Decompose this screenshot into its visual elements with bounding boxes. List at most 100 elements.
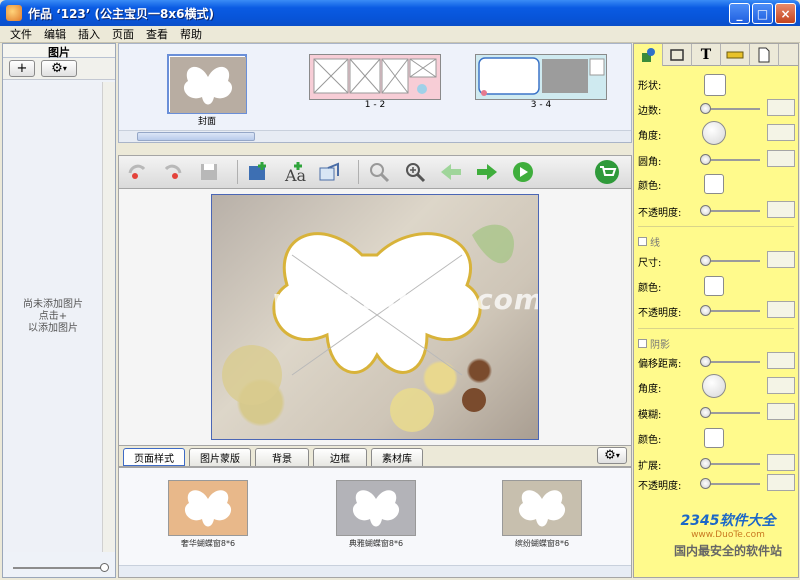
blur-slider[interactable]: [700, 407, 760, 418]
app-icon: [6, 5, 22, 21]
menu-page[interactable]: 页面: [106, 26, 140, 42]
style-item-luxury[interactable]: 奢华蝴蝶窗8*6: [167, 480, 249, 549]
page-thumb-3-4[interactable]: 3 - 4: [475, 54, 607, 110]
tab-materials[interactable]: 素材库: [371, 448, 423, 466]
line-opacity-input[interactable]: [767, 301, 795, 318]
menu-help[interactable]: 帮助: [174, 26, 208, 42]
line-section-toggle[interactable]: 线: [638, 234, 660, 249]
layout-icon[interactable]: [316, 158, 344, 186]
angle-dial[interactable]: [702, 121, 726, 145]
tab-page-styles[interactable]: 页面样式: [123, 448, 185, 466]
maximize-button[interactable]: □: [752, 3, 773, 24]
menu-file[interactable]: 文件: [4, 26, 38, 42]
slider-knob[interactable]: [700, 407, 711, 418]
opacity-slider[interactable]: [700, 205, 760, 216]
styles-scrollbar[interactable]: [119, 565, 631, 577]
page-thumb-cover[interactable]: 封面: [167, 54, 247, 127]
line-color-swatch[interactable]: [704, 276, 724, 296]
pages-scrollbar-thumb[interactable]: [137, 132, 255, 141]
shadow-color-swatch[interactable]: [704, 428, 724, 448]
page-canvas[interactable]: www.DuoTe.com: [211, 194, 539, 440]
line-size-input[interactable]: [767, 251, 795, 268]
shadow-offset-slider[interactable]: [700, 356, 760, 367]
opacity-input[interactable]: [767, 201, 795, 218]
radius-row: 圆角:: [638, 150, 798, 170]
tabs-settings-button[interactable]: ⚙ ▾: [597, 447, 627, 464]
shape-picker[interactable]: [704, 74, 726, 96]
page-thumb-1-2[interactable]: 1 - 2: [309, 54, 441, 110]
undo-icon[interactable]: [123, 158, 151, 186]
next-page-icon[interactable]: [473, 158, 501, 186]
save-icon[interactable]: [195, 158, 223, 186]
style-label: 典雅蝴蝶窗8*6: [348, 539, 404, 548]
shadow-opacity-input[interactable]: [767, 474, 795, 491]
shadow-opacity-slider[interactable]: [700, 478, 760, 489]
photo-list-scrollbar[interactable]: [102, 82, 115, 552]
angle-input[interactable]: [767, 124, 795, 141]
previous-page-icon[interactable]: [437, 158, 465, 186]
add-image-icon[interactable]: [244, 158, 272, 186]
minimize-button[interactable]: _: [729, 3, 750, 24]
ruler-tab-icon[interactable]: [721, 44, 750, 66]
tab-borders[interactable]: 边框: [313, 448, 367, 466]
menu-edit[interactable]: 编辑: [38, 26, 72, 42]
add-photo-button[interactable]: +: [9, 60, 35, 77]
shadow-offset-input[interactable]: [767, 352, 795, 369]
photos-panel: 图片 + ⚙ ▾ 尚未添加图片 点击+ 以添加图片: [2, 43, 116, 578]
blur-input[interactable]: [767, 403, 795, 420]
play-icon[interactable]: [509, 158, 537, 186]
thumbnail-size-slider[interactable]: [13, 563, 109, 572]
zoom-in-icon[interactable]: [401, 158, 429, 186]
slider-knob[interactable]: [700, 478, 711, 489]
slider-knob[interactable]: [700, 205, 711, 216]
page-label: 1 - 2: [364, 100, 386, 110]
redo-icon[interactable]: [159, 158, 187, 186]
slider-knob[interactable]: [700, 356, 711, 367]
tab-backgrounds[interactable]: 背景: [255, 448, 309, 466]
cart-icon[interactable]: [593, 158, 621, 186]
style-item-elegant[interactable]: 典雅蝴蝶窗8*6: [335, 480, 417, 549]
line-size-slider[interactable]: [700, 255, 760, 266]
add-text-icon[interactable]: Aa: [280, 158, 308, 186]
title-bar: 作品 ‘123’ (公主宝贝一8x6横式) _ □ ×: [0, 0, 800, 26]
close-button[interactable]: ×: [775, 3, 796, 24]
slider-knob[interactable]: [700, 103, 711, 114]
line-checkbox[interactable]: [638, 237, 647, 246]
photo-settings-button[interactable]: ⚙ ▾: [41, 60, 77, 77]
slider-knob[interactable]: [700, 305, 711, 316]
style-item-colorful[interactable]: 缤纷蝴蝶窗8*6: [501, 480, 583, 549]
slider-knob[interactable]: [700, 255, 711, 266]
blur-row: 模糊:: [638, 403, 798, 423]
page-label: 封面: [197, 117, 216, 127]
radius-input[interactable]: [767, 150, 795, 167]
menu-insert[interactable]: 插入: [72, 26, 106, 42]
frame-tab-icon[interactable]: [663, 44, 692, 66]
line-size-row: 尺寸:: [638, 251, 798, 271]
line-opacity-slider[interactable]: [700, 305, 760, 316]
style-label: 奢华蝴蝶窗8*6: [180, 539, 236, 548]
shadow-checkbox[interactable]: [638, 339, 647, 348]
shadow-angle-input[interactable]: [767, 377, 795, 394]
page-tab-icon[interactable]: [750, 44, 779, 66]
fill-color-swatch[interactable]: [704, 174, 724, 194]
shadow-section-toggle[interactable]: 阴影: [638, 336, 670, 351]
canvas-watermark: www.DuoTe.com: [272, 283, 539, 316]
pages-scrollbar[interactable]: [119, 130, 631, 142]
text-tab-icon[interactable]: T: [692, 44, 721, 66]
spread-slider[interactable]: [700, 458, 760, 469]
spread-input[interactable]: [767, 454, 795, 471]
slider-knob[interactable]: [700, 458, 711, 469]
site-watermark-logo: 2345软件大全 www.DuoTe.com 国内最安全的软件站: [673, 513, 782, 558]
shadow-angle-dial[interactable]: [702, 374, 726, 398]
style-label: 缤纷蝴蝶窗8*6: [514, 539, 570, 548]
zoom-out-icon[interactable]: [365, 158, 393, 186]
slider-knob[interactable]: [100, 563, 109, 572]
edges-input[interactable]: [767, 99, 795, 116]
edges-slider[interactable]: [700, 103, 760, 114]
shape-tab-icon[interactable]: [634, 44, 663, 66]
empty-photos-hint: 尚未添加图片 点击+ 以添加图片: [23, 299, 83, 334]
slider-knob[interactable]: [700, 154, 711, 165]
tab-photo-masks[interactable]: 图片蒙版: [189, 448, 251, 466]
radius-slider[interactable]: [700, 154, 760, 165]
menu-view[interactable]: 查看: [140, 26, 174, 42]
